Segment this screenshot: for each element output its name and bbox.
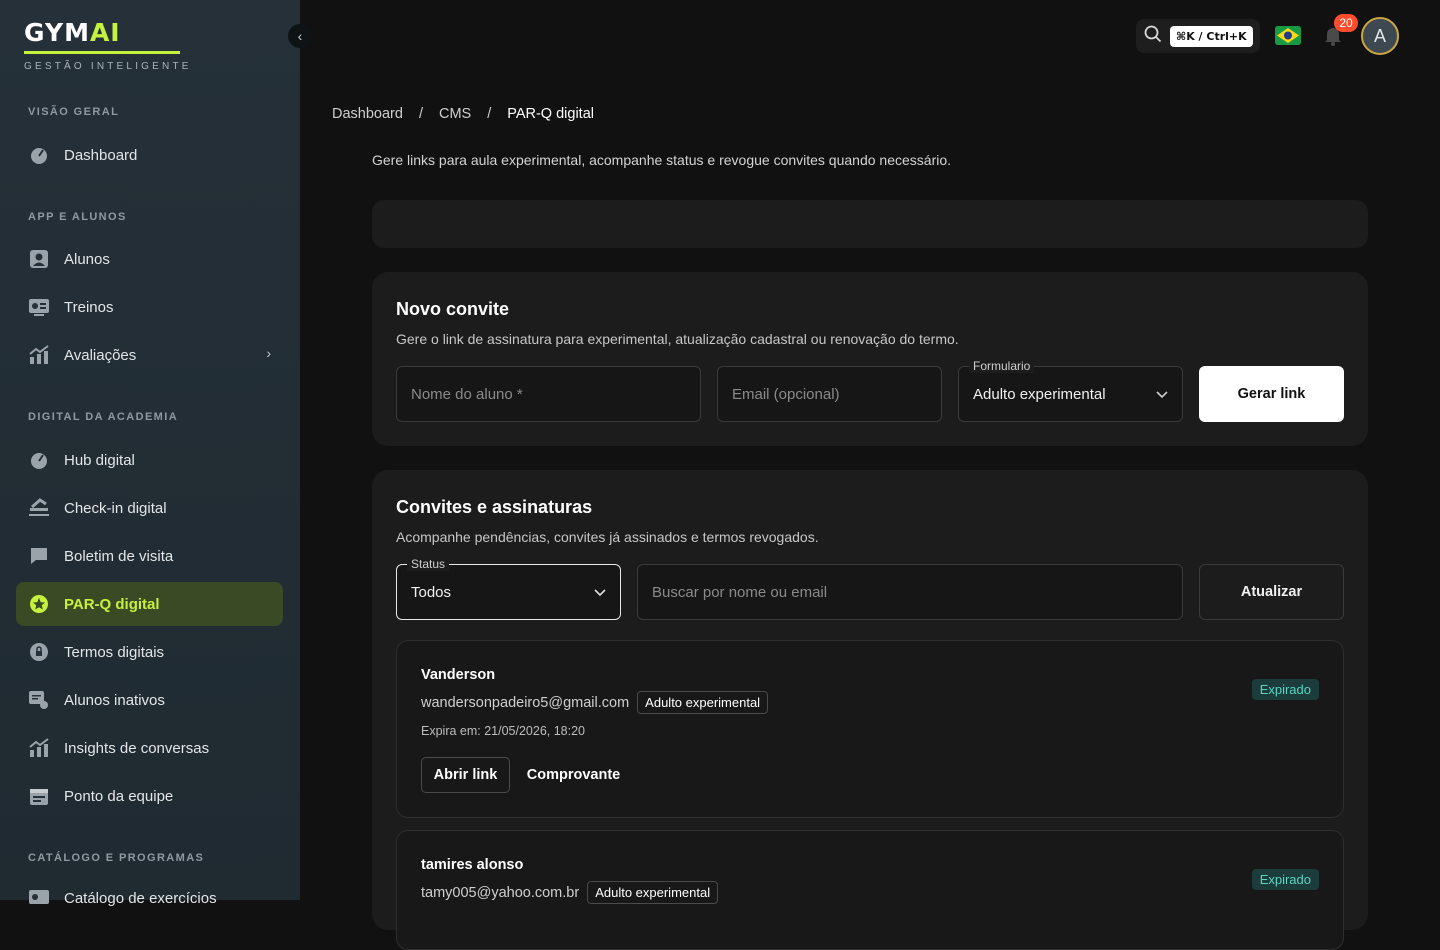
notification-count-badge: 20 <box>1334 14 1358 32</box>
inactive-icon <box>28 689 50 711</box>
sidebar-item-label: Avaliações <box>64 346 137 364</box>
sidebar-item-label: Ponto da equipe <box>64 787 174 805</box>
brand-name: GYMAI <box>24 18 121 47</box>
form-select[interactable]: Formulario Adulto experimental <box>958 359 1183 422</box>
sidebar-item-treinos[interactable]: Treinos <box>16 285 283 329</box>
lock-icon <box>28 641 50 663</box>
sidebar-item-checkin[interactable]: Check-in digital <box>16 486 283 530</box>
new-invite-title: Novo convite <box>396 299 510 319</box>
receipt-button[interactable]: Comprovante <box>521 757 626 793</box>
invite-expiration: Expira em: 21/05/2026, 18:20 <box>421 724 586 738</box>
sidebar-item-label: Dashboard <box>64 146 138 164</box>
sidebar-item-catalogo[interactable]: Catálogo de exercícios <box>16 876 283 920</box>
chart-icon <box>28 344 50 366</box>
sidebar-item-insights[interactable]: Insights de conversas <box>16 726 283 770</box>
empty-banner <box>372 200 1368 248</box>
section-title-app-alunos: APP E ALUNOS <box>28 211 127 223</box>
sidebar-item-alunos[interactable]: Alunos <box>16 237 283 281</box>
chevron-down-icon <box>594 584 606 601</box>
sidebar-item-label: Boletim de visita <box>64 547 174 565</box>
sidebar-item-parq-digital[interactable]: PAR-Q digital <box>16 582 283 626</box>
invite-email: tamy005@yahoo.com.br <box>421 884 580 901</box>
sidebar-item-termos[interactable]: Termos digitais <box>16 630 283 674</box>
report-icon <box>28 545 50 567</box>
sidebar-item-label: Alunos inativos <box>64 691 165 709</box>
invite-email-row: wandersonpadeiro5@gmail.com Adulto exper… <box>421 691 769 714</box>
breadcrumb-separator: / <box>487 106 492 122</box>
open-link-button[interactable]: Abrir link <box>421 757 510 793</box>
email-input[interactable]: Email (opcional) <box>717 366 942 422</box>
sidebar-item-label: Catálogo de exercícios <box>64 889 217 907</box>
calendar-icon <box>28 785 50 807</box>
invite-email-row: tamy005@yahoo.com.br Adulto experimental <box>421 881 719 904</box>
star-badge-icon <box>28 593 50 615</box>
invites-title: Convites e assinaturas <box>396 497 593 517</box>
status-select[interactable]: Status Todos <box>396 557 621 620</box>
sidebar-item-avaliacoes[interactable]: Avaliações › <box>16 333 283 377</box>
sidebar-item-label: Treinos <box>64 298 114 316</box>
invite-name: tamires alonso <box>421 857 524 873</box>
avatar[interactable]: A <box>1361 17 1399 55</box>
invite-form-tag: Adulto experimental <box>587 881 719 904</box>
search-icon <box>1144 25 1162 48</box>
invite-email: wandersonpadeiro5@gmail.com <box>421 694 630 711</box>
new-invite-description: Gere o link de assinatura para experimen… <box>396 331 959 347</box>
list-item: tamires alonso tamy005@yahoo.com.br Adul… <box>396 830 1344 950</box>
new-invite-card: Novo convite Gere o link de assinatura p… <box>372 272 1368 446</box>
student-name-input[interactable]: Nome do aluno * <box>396 366 701 422</box>
form-select-value: Adulto experimental <box>973 385 1106 403</box>
search-input[interactable]: Buscar por nome ou email <box>637 564 1183 620</box>
sidebar-item-label: Termos digitais <box>64 643 165 661</box>
insights-icon <box>28 737 50 759</box>
person-icon <box>28 248 50 270</box>
brand-logo[interactable]: GYMAI GESTÃO INTELIGENTE <box>24 18 192 72</box>
breadcrumb-item-dashboard[interactable]: Dashboard <box>332 106 403 122</box>
checkin-icon <box>28 497 50 519</box>
status-badge: Expirado <box>1251 869 1319 890</box>
chevron-right-icon: › <box>266 345 271 361</box>
sidebar-item-label: Check-in digital <box>64 499 167 517</box>
status-select-label: Status <box>407 557 450 571</box>
catalog-icon <box>28 887 50 909</box>
sidebar-item-label: Insights de conversas <box>64 739 210 757</box>
form-select-label: Formulario <box>969 359 1035 373</box>
sidebar-item-dashboard[interactable]: Dashboard <box>16 133 283 177</box>
invites-card: Convites e assinaturas Acompanhe pendênc… <box>372 470 1368 950</box>
dashboard-icon <box>28 144 50 166</box>
brand-tagline: GESTÃO INTELIGENTE <box>24 61 192 72</box>
section-title-visao-geral: VISÃO GERAL <box>28 106 120 118</box>
invite-name: Vanderson <box>421 667 496 683</box>
status-select-value: Todos <box>411 583 452 601</box>
sidebar-item-alunos-inativos[interactable]: Alunos inativos <box>16 678 283 722</box>
breadcrumb-separator: / <box>418 106 423 122</box>
status-badge: Expirado <box>1251 679 1319 700</box>
refresh-button[interactable]: Atualizar <box>1199 564 1344 620</box>
breadcrumb-item-current: PAR-Q digital <box>507 106 594 122</box>
sidebar-item-label: Alunos <box>64 250 110 268</box>
invite-form-tag: Adulto experimental <box>637 691 769 714</box>
sidebar-item-label: PAR-Q digital <box>64 595 160 613</box>
brand-underline <box>24 51 180 54</box>
chevron-down-icon <box>1156 386 1168 403</box>
shortcut-hint: ⌘K / Ctrl+K <box>1170 25 1253 47</box>
brazil-flag-icon[interactable] <box>1275 26 1301 45</box>
breadcrumb: Dashboard / CMS / PAR-Q digital <box>332 106 594 122</box>
generate-link-button[interactable]: Gerar link <box>1199 366 1344 422</box>
command-search-button[interactable]: ⌘K / Ctrl+K <box>1136 19 1260 53</box>
breadcrumb-item-cms[interactable]: CMS <box>439 106 471 122</box>
sidebar-item-ponto-equipe[interactable]: Ponto da equipe <box>16 774 283 818</box>
sidebar: GYMAI GESTÃO INTELIGENTE VISÃO GERAL Das… <box>0 0 300 907</box>
page-subtitle: Gere links para aula experimental, acomp… <box>372 152 952 168</box>
invites-description: Acompanhe pendências, convites já assina… <box>396 529 819 545</box>
sidebar-item-boletim[interactable]: Boletim de visita <box>16 534 283 578</box>
section-title-digital: DIGITAL DA ACADEMIA <box>28 411 179 423</box>
hub-icon <box>28 449 50 471</box>
sidebar-item-hub-digital[interactable]: Hub digital <box>16 438 283 482</box>
collapse-sidebar-button[interactable]: ‹ <box>288 24 312 48</box>
list-item: Vanderson wandersonpadeiro5@gmail.com Ad… <box>396 640 1344 818</box>
sidebar-item-label: Hub digital <box>64 451 135 469</box>
workout-icon <box>28 296 50 318</box>
section-title-catalogo: CATÁLOGO E PROGRAMAS <box>28 852 205 864</box>
